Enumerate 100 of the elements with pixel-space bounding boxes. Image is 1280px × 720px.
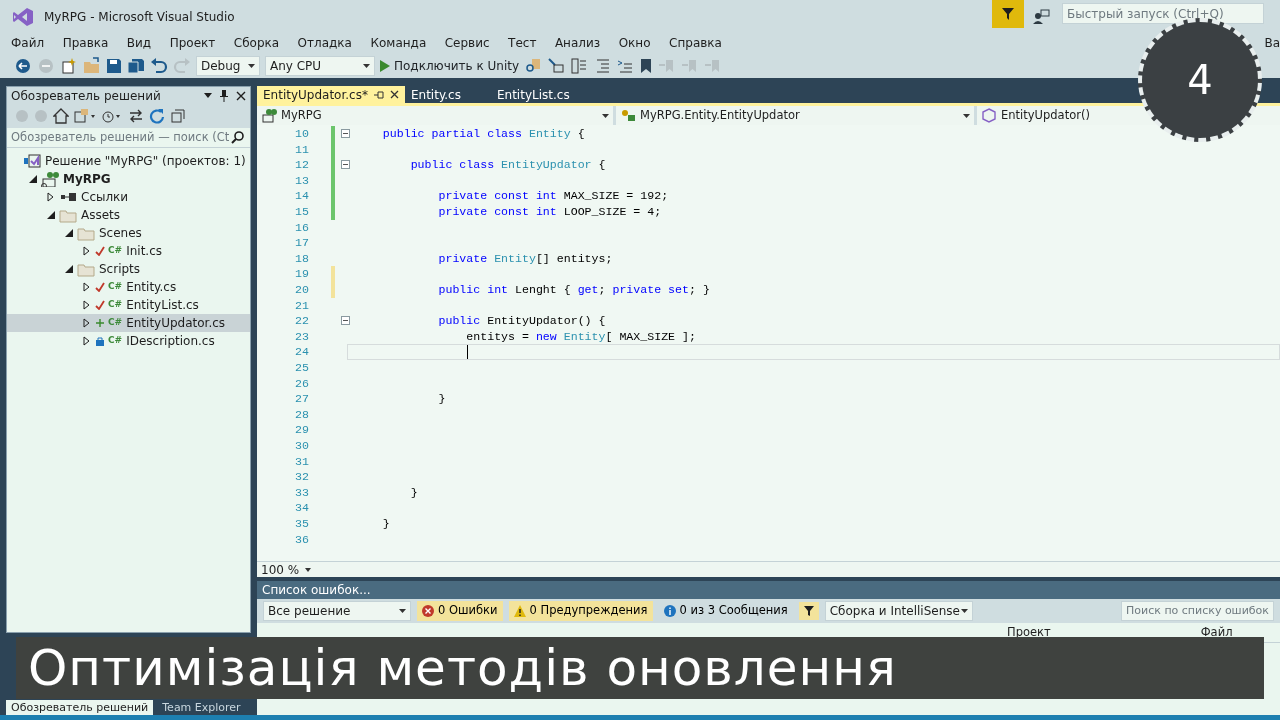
dropdown-icon[interactable] [204,93,212,98]
select-icon[interactable] [547,56,566,75]
line-number: 31 [294,453,310,470]
panel-tab[interactable]: Обозреватель решений [6,699,154,715]
navigation-dropdown[interactable]: MyRPG [257,106,613,125]
window-title: MyRPG - Microsoft Visual Studio [44,8,235,26]
undo-icon[interactable] [150,56,168,75]
bookmark-icon[interactable] [639,56,654,75]
video-caption: Оптимізація методів оновлення [16,637,1264,699]
menu-item[interactable]: Проект [169,34,216,52]
info-icon [663,605,676,617]
tree-item[interactable]: Assets [7,206,250,224]
csharp-file-icon: C# [108,244,123,258]
text-cursor [467,345,468,360]
expanded-arrow-icon[interactable] [65,265,73,273]
expanded-arrow-icon[interactable] [29,175,37,183]
swap-icon[interactable] [128,108,144,124]
folder-icon [77,261,95,277]
editor-tab[interactable]: Entity.cs [404,86,491,103]
caret-icon [305,567,311,572]
tree-item[interactable]: C# EntityUpdator.cs [7,314,250,332]
feedback-flag-icon[interactable] [992,0,1024,28]
menu-item[interactable]: Тест [508,34,537,52]
line-number: 18 [294,250,310,267]
caret-icon [248,63,255,68]
expanded-arrow-icon[interactable] [65,229,73,237]
tree-item[interactable]: C# Entity.cs [7,278,250,296]
csharp-file-icon: C# [108,334,123,348]
line-number: 24 [294,344,310,361]
line-number: 10 [294,126,310,143]
collapsed-arrow-icon[interactable] [83,246,90,256]
tree-item[interactable]: MyRPG [7,170,250,188]
scope-dropdown[interactable]: Все решение [263,601,411,621]
class-icon [620,108,636,123]
menu-item[interactable]: Правка [62,34,109,52]
warning-icon [513,605,526,617]
panel-title: Обозреватель решений [11,87,161,105]
filter-icon[interactable] [798,602,819,620]
filter-toggle[interactable]: 0 из 3 Сообщения [658,601,793,621]
editor-tab[interactable]: EntityList.cs [490,86,583,103]
collapse-icon[interactable] [340,316,350,326]
tree-item[interactable]: C# Init.cs [7,242,250,260]
search-field[interactable]: Обозреватель решений — поиск (Ct [7,128,250,148]
menu-item[interactable]: Сервис [444,34,490,52]
configuration-dropdown[interactable]: Debug [196,55,260,76]
line-number: 19 [294,266,310,283]
menu-item[interactable]: Сборка [233,34,280,52]
menu-item[interactable]: Анализ [554,34,601,52]
tree-item[interactable]: C# EntityList.cs [7,296,250,314]
list-icon[interactable] [570,56,589,75]
collapse-icon[interactable] [340,160,350,170]
tree-item[interactable]: Scripts [7,260,250,278]
close-icon[interactable] [389,90,399,99]
menu-item[interactable]: Отладка [297,34,352,52]
find-icon[interactable] [524,56,543,75]
line-number: 35 [294,515,310,532]
source-dropdown[interactable]: Сборка и IntelliSense [824,601,973,621]
new-project-icon[interactable] [60,56,78,75]
pin-icon[interactable] [220,89,228,102]
line-number: 11 [294,141,310,158]
tree-item[interactable]: Scenes [7,224,250,242]
collapse-all-icon[interactable] [170,108,186,124]
search-field[interactable]: Поиск по списку ошибок [1121,601,1274,621]
caret-icon [960,609,968,613]
collapse-icon[interactable] [340,129,350,139]
home-icon[interactable] [53,108,69,124]
account-name[interactable]: Ва [1264,34,1280,52]
code-line: private const int MAX_SIZE = 192; [437,188,669,205]
save-icon[interactable] [106,57,122,74]
menu-item[interactable]: Файл [11,34,45,52]
line-number: 17 [294,235,310,252]
tree-item[interactable]: Ссылки [7,188,250,206]
close-icon[interactable] [236,90,246,101]
editor-tab[interactable]: EntityUpdator.cs* [257,86,405,103]
code-line: public EntityUpdator() { [437,313,606,330]
refresh-icon[interactable] [149,108,165,124]
platform-dropdown[interactable]: Any CPU [265,55,375,76]
panel-tab[interactable]: Team Explorer [157,699,246,715]
project-icon [41,171,59,187]
menu-item[interactable]: Окно [618,34,651,52]
run-button[interactable]: Подключить к Unity [380,56,520,75]
quick-launch-field[interactable]: Быстрый запуск (Ctrl+Q) [1062,3,1264,24]
tree-item[interactable]: C# IDescription.cs [7,332,250,350]
save-all-icon[interactable] [127,57,145,74]
menu-item[interactable]: Вид [126,34,152,52]
collapsed-arrow-icon[interactable] [47,192,54,202]
filter-toggle[interactable]: 0 Предупреждения [508,601,653,621]
open-folder-icon[interactable] [83,56,101,75]
history-icon[interactable] [101,108,123,124]
filter-toggle[interactable]: 0 Ошибки [417,601,503,621]
menu-item[interactable]: Справка [669,34,722,52]
feedback-person-icon[interactable] [1032,8,1050,25]
pin-icon[interactable] [373,90,384,99]
method-icon [981,108,997,123]
tree-item[interactable]: Решение "MyRPG" (проектов: 1) [7,152,250,170]
navigation-dropdown[interactable]: MyRPG.Entity.EntityUpdator [616,106,974,125]
sync-view-icon[interactable] [74,108,96,124]
expanded-arrow-icon[interactable] [47,211,55,219]
caret-icon [963,113,970,118]
menu-item[interactable]: Команда [370,34,427,52]
